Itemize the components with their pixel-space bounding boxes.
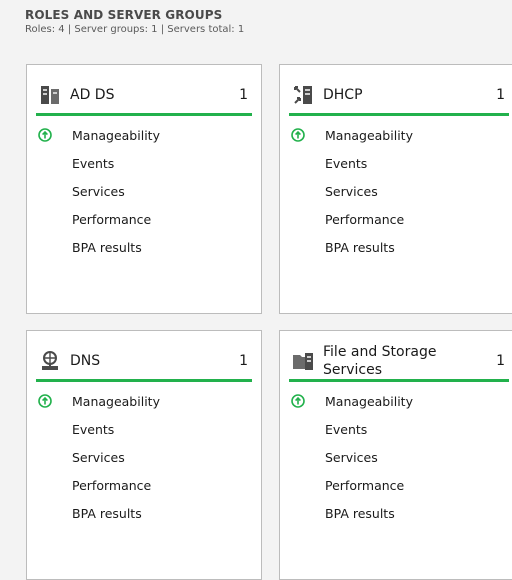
tile-dns[interactable]: DNS 1 Manageability Events Services Perf…	[26, 330, 262, 580]
item-label: BPA results	[72, 505, 142, 521]
item-performance[interactable]: Performance	[290, 471, 413, 499]
tile-title: DNS	[70, 353, 101, 369]
item-services[interactable]: Services	[290, 177, 413, 205]
item-events[interactable]: Events	[37, 149, 160, 177]
item-performance[interactable]: Performance	[37, 471, 160, 499]
tile-items: Manageability Events Services Performanc…	[290, 121, 413, 261]
item-label: Manageability	[325, 393, 413, 409]
item-label: Services	[72, 183, 125, 199]
roles-header: ROLES AND SERVER GROUPS Roles: 4 | Serve…	[25, 8, 244, 35]
item-manageability[interactable]: Manageability	[290, 121, 413, 149]
manageability-up-icon	[291, 394, 305, 408]
item-label: BPA results	[72, 239, 142, 255]
item-label: Services	[72, 449, 125, 465]
item-manageability[interactable]: Manageability	[290, 387, 413, 415]
tile-header[interactable]: File and Storage Services 1	[289, 343, 509, 382]
item-label: Performance	[72, 211, 152, 227]
item-label: BPA results	[325, 505, 395, 521]
item-label: Events	[72, 421, 115, 437]
tile-count: 1	[496, 87, 505, 103]
tile-header[interactable]: AD DS 1	[36, 77, 252, 116]
item-performance[interactable]: Performance	[290, 205, 413, 233]
tile-title: DHCP	[323, 87, 363, 103]
item-label: Events	[325, 155, 368, 171]
item-services[interactable]: Services	[37, 177, 160, 205]
item-bpa-results[interactable]: BPA results	[290, 499, 413, 527]
manageability-up-icon	[38, 394, 52, 408]
tile-count: 1	[239, 353, 248, 369]
dns-icon	[42, 351, 58, 370]
item-events[interactable]: Events	[290, 415, 413, 443]
dhcp-icon	[294, 86, 312, 104]
section-summary: Roles: 4 | Server groups: 1 | Servers to…	[25, 24, 245, 35]
item-label: Performance	[325, 477, 405, 493]
file-storage-icon	[293, 353, 313, 370]
tile-count: 1	[496, 353, 505, 369]
item-label: Services	[325, 449, 378, 465]
item-events[interactable]: Events	[290, 149, 413, 177]
item-manageability[interactable]: Manageability	[37, 121, 160, 149]
item-bpa-results[interactable]: BPA results	[290, 233, 413, 261]
tile-header[interactable]: DNS 1	[36, 343, 252, 382]
tile-title: File and Storage Services	[323, 344, 437, 378]
item-bpa-results[interactable]: BPA results	[37, 233, 160, 261]
item-label: Manageability	[72, 393, 160, 409]
item-label: Services	[325, 183, 378, 199]
tile-count: 1	[239, 87, 248, 103]
tile-items: Manageability Events Services Performanc…	[37, 387, 160, 527]
item-services[interactable]: Services	[290, 443, 413, 471]
tile-dhcp[interactable]: DHCP 1 Manageability Events Services Per…	[279, 64, 512, 314]
item-performance[interactable]: Performance	[37, 205, 160, 233]
manageability-up-icon	[291, 128, 305, 142]
item-label: Events	[72, 155, 115, 171]
item-label: Manageability	[72, 127, 160, 143]
item-events[interactable]: Events	[37, 415, 160, 443]
tile-title: AD DS	[70, 87, 115, 103]
manageability-up-icon	[38, 128, 52, 142]
item-label: Performance	[325, 211, 405, 227]
section-title: ROLES AND SERVER GROUPS	[25, 8, 223, 22]
tile-ad-ds[interactable]: AD DS 1 Manageability Events Services Pe…	[26, 64, 262, 314]
tile-items: Manageability Events Services Performanc…	[37, 121, 160, 261]
item-bpa-results[interactable]: BPA results	[37, 499, 160, 527]
item-manageability[interactable]: Manageability	[37, 387, 160, 415]
tile-file-storage-services[interactable]: File and Storage Services 1 Manageabilit…	[279, 330, 512, 580]
item-services[interactable]: Services	[37, 443, 160, 471]
item-label: Performance	[72, 477, 152, 493]
item-label: Events	[325, 421, 368, 437]
item-label: Manageability	[325, 127, 413, 143]
item-label: BPA results	[325, 239, 395, 255]
tile-header[interactable]: DHCP 1	[289, 77, 509, 116]
ad-ds-icon	[41, 86, 59, 104]
tile-items: Manageability Events Services Performanc…	[290, 387, 413, 527]
